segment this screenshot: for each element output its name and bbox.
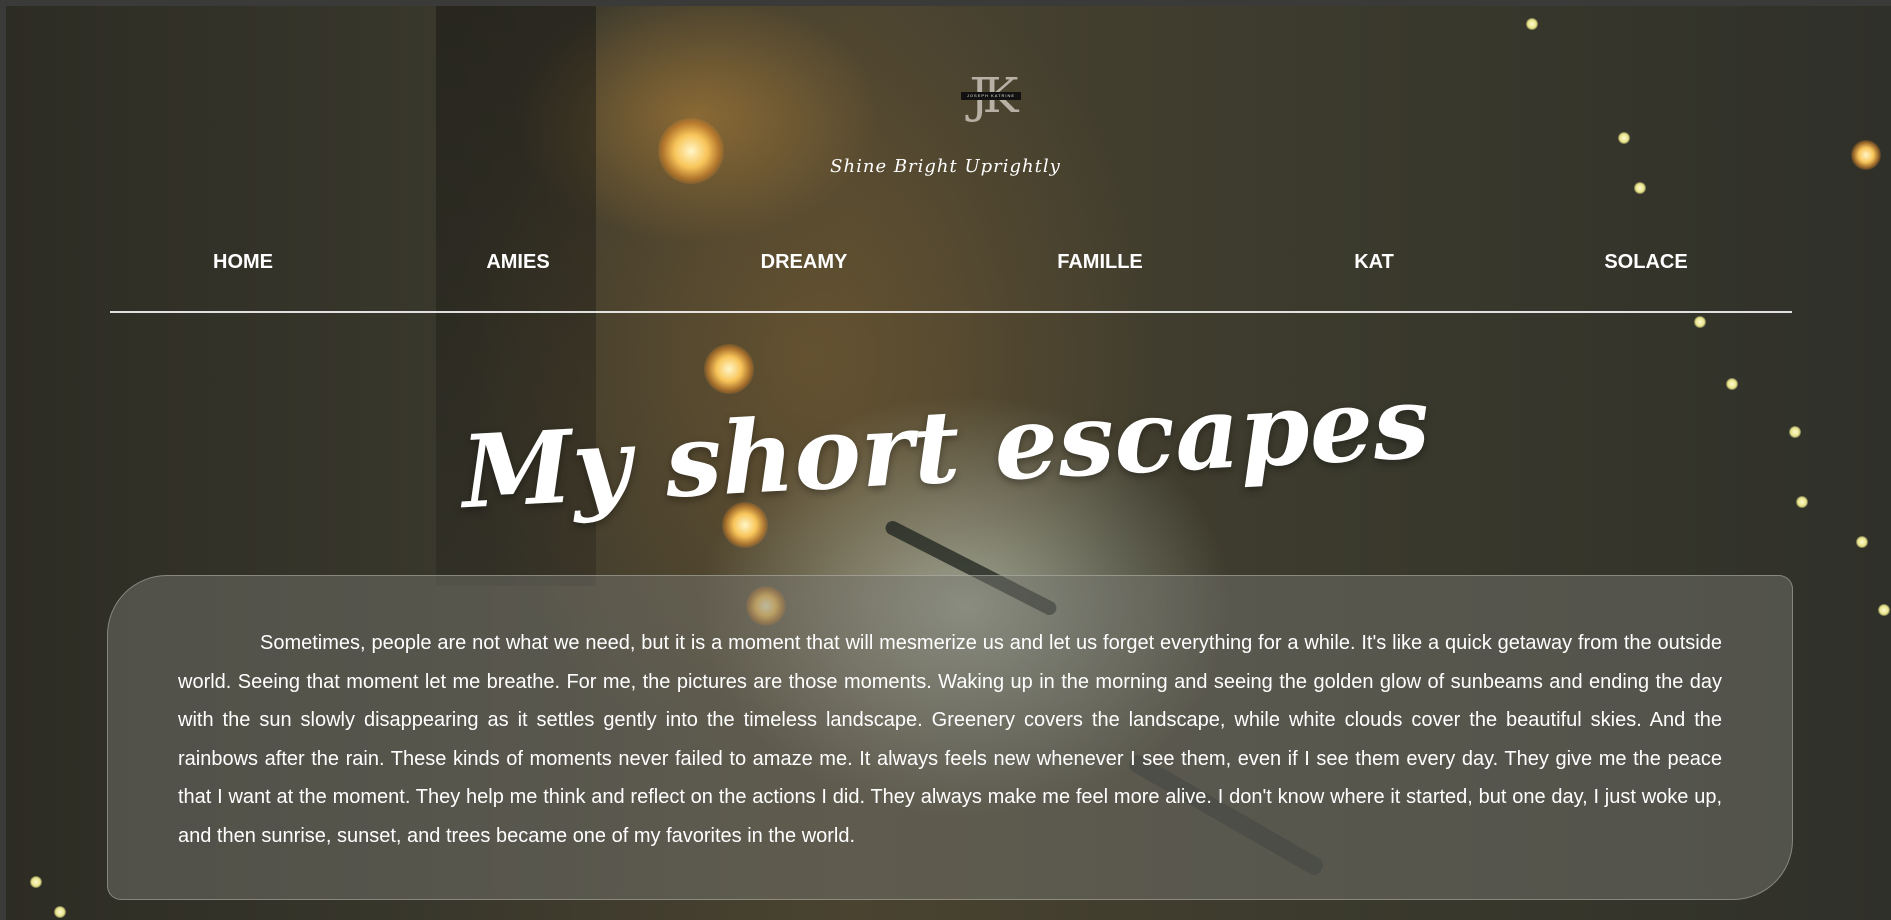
- fairy-light: [1618, 132, 1630, 144]
- site-tagline: Shine Bright Uprightly: [830, 156, 1061, 177]
- logo-band-text: JOSEPH KATRINE: [961, 92, 1021, 100]
- nav-divider: [110, 311, 1792, 313]
- site-logo[interactable]: JK JOSEPH KATRINE: [956, 68, 1026, 124]
- fairy-light: [1856, 536, 1868, 548]
- fairy-light: [1634, 182, 1646, 194]
- fairy-light: [30, 876, 42, 888]
- page-title: My short escapes: [458, 362, 1433, 532]
- fairy-light: [1796, 496, 1808, 508]
- fairy-light: [1878, 604, 1890, 616]
- nav-item-kat[interactable]: KAT: [1354, 251, 1394, 274]
- content-card: Sometimes, people are not what we need, …: [107, 575, 1793, 900]
- fairy-light: [1694, 316, 1706, 328]
- light-bulb: [704, 344, 754, 394]
- nav-item-amies[interactable]: AMIES: [486, 251, 549, 274]
- main-nav: HOME AMIES DREAMY FAMILLE KAT SOLACE: [6, 251, 1891, 281]
- nav-item-solace[interactable]: SOLACE: [1604, 251, 1687, 274]
- nav-item-famille[interactable]: FAMILLE: [1057, 251, 1143, 274]
- content-paragraph: Sometimes, people are not what we need, …: [178, 632, 1722, 847]
- nav-item-dreamy[interactable]: DREAMY: [761, 251, 848, 274]
- fairy-light: [1526, 18, 1538, 30]
- page-background: JK JOSEPH KATRINE Shine Bright Uprightly…: [6, 6, 1891, 920]
- fairy-light: [54, 906, 66, 918]
- nav-item-home[interactable]: HOME: [213, 251, 273, 274]
